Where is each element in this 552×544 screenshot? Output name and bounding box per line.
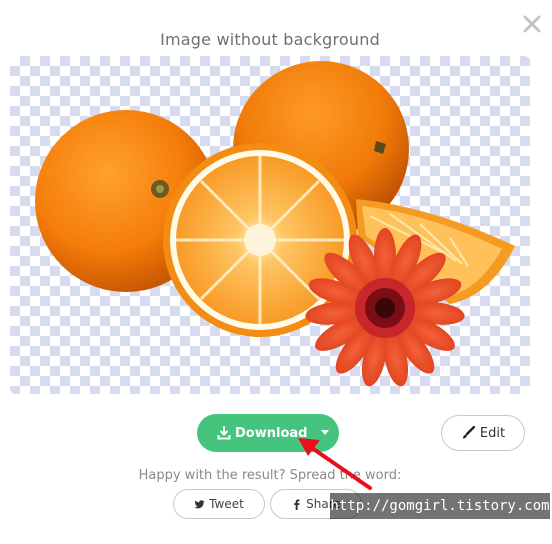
facebook-icon [294,498,300,510]
share-prompt: Happy with the result? Spread the word: [138,468,402,483]
tweet-button[interactable]: Tweet [173,489,265,519]
result-preview [10,56,530,394]
result-image [35,61,515,387]
annotation-arrow-icon [298,438,372,490]
edit-button[interactable]: Edit [441,415,525,451]
twitter-icon [194,499,205,509]
tweet-button-label: Tweet [209,497,244,511]
watermark-url: http://gomgirl.tistory.com [330,493,550,519]
edit-button-label: Edit [479,425,506,441]
background-removal-dialog: Image without background Download Edit H… [0,0,552,544]
dialog-title: Image without background [160,30,380,49]
brush-icon [462,426,475,439]
download-icon [217,426,231,440]
